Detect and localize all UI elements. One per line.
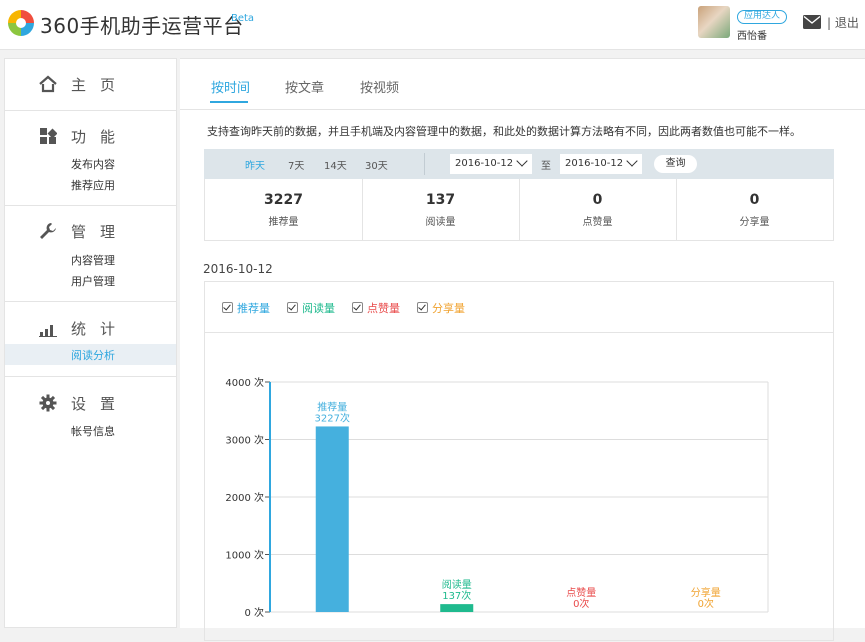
bar-chart: 0 次 1000 次 2000 次 3000 次 4000 次推荐量3227次阅读量13… [225,376,769,619]
range-30-days[interactable]: 30天 [365,157,388,172]
home-icon [39,75,57,93]
stat-label: 阅读量 [425,217,456,228]
divider [5,376,176,377]
logo-title[interactable]: 360手机助手运营平台 [40,10,244,39]
sidebar-section-settings: 设置 [5,388,178,418]
stat-value: 0 [592,192,603,208]
stat-share: 0 分享量 [676,179,833,240]
sidebar-item-user-manage[interactable]: 用户管理 [71,273,115,289]
bar [315,426,349,612]
end-date-select[interactable]: 2016-10-12 [560,154,642,174]
sidebar: 主页 功能 发布内容 推荐应用 管理 内容管理 用户管理 统计 阅读分析 设置 … [4,58,177,628]
bar-value-label: 0次 [698,597,714,610]
stat-like: 0 点赞量 [519,179,676,240]
beta-badge: Beta [231,13,255,24]
sidebar-section-title: 功能 [71,128,130,146]
bar-value-label: 0次 [573,597,589,610]
range-yesterday[interactable]: 昨天 [245,157,265,172]
bar [440,604,474,612]
sidebar-section-features: 功能 [5,121,178,151]
divider [5,110,176,111]
sidebar-item-content-manage[interactable]: 内容管理 [71,252,115,268]
grid-icon [40,128,57,144]
stat-value: 0 [749,192,760,208]
tabs-divider [180,109,865,110]
bar-category-label: 分享量 [691,586,721,599]
main-panel: 按时间 按文章 按视频 支持查询昨天前的数据，并且手机端及内容管理中的数据，和此… [180,58,865,641]
sidebar-section-title: 主页 [71,76,130,94]
range-14-days[interactable]: 14天 [324,157,347,172]
chevron-down-icon [516,155,528,167]
chart-date-title: 2016-10-12 [203,262,273,276]
y-tick-label: 0 次 [244,606,264,619]
start-date-select[interactable]: 2016-10-12 [450,154,532,174]
query-note: 支持查询昨天前的数据，并且手机端及内容管理中的数据，和此处的数据计算方法略有不同… [207,125,801,138]
logo-icon[interactable] [6,8,36,38]
query-button[interactable]: 查询 [654,155,697,173]
mail-icon[interactable] [803,15,821,29]
y-tick-label: 4000 次 [225,376,264,389]
stat-read: 137 阅读量 [362,179,519,240]
stat-value: 3227 [264,192,303,208]
sidebar-section-stats: 统计 [5,313,178,343]
stat-recommend: 3227 推荐量 [205,179,362,240]
stats-summary: 3227 推荐量 137 阅读量 0 点赞量 0 分享量 [204,179,834,241]
sidebar-item-account-info[interactable]: 帐号信息 [71,423,115,439]
start-date-value: 2016-10-12 [455,158,514,169]
divider [5,205,176,206]
sidebar-section-manage: 管理 [5,216,178,246]
filter-bar: 昨天 7天 14天 30天 2016-10-12 至 2016-10-12 查询 [204,149,834,179]
bar-category-label: 推荐量 [317,400,347,413]
sidebar-section-title: 设置 [71,395,130,413]
y-tick-label: 3000 次 [225,434,264,447]
filter-separator [424,153,425,175]
stat-label: 点赞量 [582,217,613,228]
sidebar-item-recommend-app[interactable]: 推荐应用 [71,177,115,193]
top-header: 360手机助手运营平台 Beta 应用达人 西怡番 | 退出 [0,0,865,50]
bar-value-label: 137次 [442,589,471,602]
tab-by-article[interactable]: 按文章 [285,77,324,96]
sidebar-item-read-analysis[interactable]: 阅读分析 [71,347,115,363]
tab-by-time[interactable]: 按时间 [211,77,250,96]
sidebar-item-publish[interactable]: 发布内容 [71,156,115,172]
bar-value-label: 3227次 [315,411,350,424]
date-to-label: 至 [541,161,551,172]
active-tab-indicator [210,101,248,103]
y-tick-label: 1000 次 [225,549,264,562]
tab-by-video[interactable]: 按视频 [360,77,399,96]
bar-chart-icon [39,325,57,337]
user-name[interactable]: 西怡番 [737,27,767,42]
user-level-badge: 应用达人 [737,10,788,24]
divider [5,301,176,302]
bar-category-label: 阅读量 [442,578,472,591]
logout-link[interactable]: | 退出 [827,14,859,31]
gear-icon [39,394,57,412]
sidebar-section-title: 统计 [71,320,130,338]
range-7-days[interactable]: 7天 [288,157,304,172]
chart-panel: 推荐量 阅读量 点赞量 分享量 0 次 1000 次 2000 次 3000 次 400… [204,281,834,641]
sidebar-section-title: 管理 [71,223,130,241]
avatar[interactable] [698,6,730,38]
stat-label: 推荐量 [268,217,299,228]
y-tick-label: 2000 次 [225,491,264,504]
wrench-icon [40,223,56,239]
bar-category-label: 点赞量 [566,586,596,599]
chevron-down-icon [626,155,638,167]
stat-label: 分享量 [739,217,770,228]
stat-value: 137 [425,192,456,208]
sidebar-item-home[interactable]: 主页 [5,69,178,99]
end-date-value: 2016-10-12 [565,158,624,169]
